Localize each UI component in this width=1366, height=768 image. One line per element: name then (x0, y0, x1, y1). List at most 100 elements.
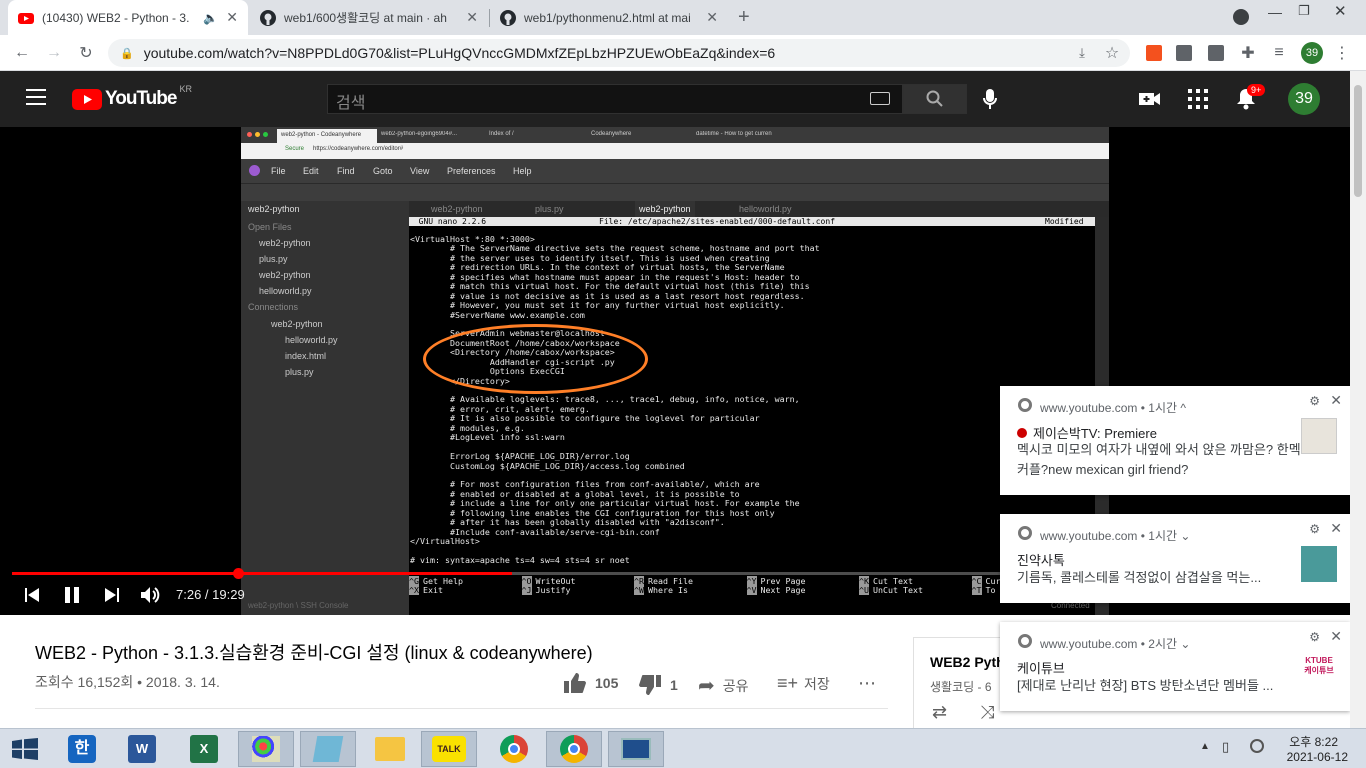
address-bar[interactable]: 🔒 youtube.com/watch?v=N8PPDLd0G70&list=P… (108, 39, 1130, 67)
shortcut-key: ^U (859, 585, 869, 596)
project-name: web2-python (248, 204, 300, 214)
save-button[interactable]: ≡+ 저장 (777, 673, 830, 694)
minimize-icon[interactable]: — (1268, 4, 1282, 20)
reload-icon[interactable]: ↻ (74, 41, 98, 65)
taskbar-kakaotalk[interactable]: TALK (421, 731, 477, 767)
editor-tab: web2-python (431, 204, 483, 214)
bookmark-star-icon[interactable]: ☆ (1100, 41, 1124, 65)
notes-icon (312, 736, 344, 762)
search-input[interactable]: 검색 (327, 84, 903, 114)
shuffle-icon[interactable]: ⤨ (980, 702, 994, 723)
clock-time[interactable]: 오후 8:22 (1282, 733, 1338, 750)
hamburger-menu-icon[interactable] (26, 89, 46, 105)
paint-palette-icon (252, 736, 280, 762)
progress-scrubber[interactable] (233, 568, 244, 579)
clock-date[interactable]: 2021-06-12 (1276, 750, 1348, 764)
extension-icon[interactable] (1146, 45, 1162, 61)
new-tab-icon[interactable]: + (738, 6, 750, 29)
tab-github-2[interactable]: web1/pythonmenu2.html at mai ✕ (490, 0, 728, 35)
ide-menu-item: File (271, 166, 286, 176)
extension-icon[interactable] (1208, 45, 1224, 61)
extension-icon[interactable] (1176, 45, 1192, 61)
loop-icon[interactable]: ⇄ (932, 702, 947, 723)
shortcut-key: ^W (634, 585, 644, 596)
like-button[interactable]: 105 (563, 672, 618, 694)
youtube-logo[interactable]: YouTube KR (72, 84, 192, 110)
tab-youtube[interactable]: (10430) WEB2 - Python - 3. 🔈 ✕ (8, 0, 248, 35)
restore-icon[interactable]: ❐ (1298, 3, 1310, 19)
shortcut-label: Where Is (648, 585, 688, 596)
ssh-terminal: <VirtualHost *:80 *:3000> # The ServerNa… (409, 217, 1095, 615)
notification-card[interactable]: www.youtube.com • 2시간 ⌄ ⚙ ✕ 케이튜브 [제대로 난리… (1000, 622, 1350, 711)
scrollbar-thumb[interactable] (1354, 85, 1362, 197)
taskbar-chrome-active[interactable] (546, 731, 602, 767)
code-line: </VirtualHost> (410, 536, 480, 546)
speaker-icon[interactable]: 🔈 (203, 11, 218, 25)
menu-dots-icon[interactable]: ⋮ (1330, 41, 1354, 65)
excel-icon: X (190, 735, 218, 763)
user-avatar[interactable]: 39 (1288, 83, 1320, 115)
notification-card[interactable]: www.youtube.com • 1시간 ⌄ ⚙ ✕ 진약사톡 기름독, 콜레… (1000, 514, 1350, 603)
tab-search-icon[interactable] (1233, 9, 1249, 25)
tray-expand-icon[interactable]: ▲ (1200, 741, 1210, 752)
dislike-button[interactable]: 1 (638, 674, 678, 696)
close-tab-icon[interactable]: ✕ (706, 9, 718, 26)
search-button[interactable] (903, 84, 967, 114)
expand-caret-icon[interactable]: ^ (1180, 401, 1186, 415)
taskbar-word[interactable]: W (114, 731, 170, 767)
next-icon[interactable] (104, 587, 120, 603)
ide-editor-tabs: web2-python plus.py web2-python hellowor… (409, 201, 1109, 217)
playlist-add-icon: ≡+ (777, 673, 799, 693)
share-button[interactable]: ➦ 공유 (698, 673, 749, 698)
start-button[interactable] (0, 731, 50, 767)
taskbar-hangul[interactable]: 한 (54, 731, 110, 767)
playlist-panel: WEB2 Pyth 생활코딩 - 6 ⇄ ⤨ (913, 637, 1005, 729)
taskbar-chrome[interactable] (486, 731, 542, 767)
volume-muted-icon[interactable] (1250, 739, 1264, 753)
close-icon[interactable]: ✕ (1330, 628, 1342, 645)
close-window-icon[interactable]: ✕ (1334, 2, 1347, 20)
apps-grid-icon[interactable] (1188, 89, 1208, 109)
tab-title: web1/pythonmenu2.html at mai (524, 10, 691, 25)
create-video-icon[interactable] (1139, 91, 1161, 107)
media-control-icon[interactable]: ≡ (1267, 41, 1291, 65)
settings-gear-icon[interactable]: ⚙ (1309, 522, 1320, 536)
close-tab-icon[interactable]: ✕ (226, 9, 238, 26)
previous-icon[interactable] (24, 587, 40, 603)
nano-shortcut: ^K Cut Text ^U UnCut Text (859, 576, 969, 596)
taskbar-paint[interactable] (238, 731, 294, 767)
page-scrollbar[interactable] (1350, 71, 1366, 728)
taskbar-excel[interactable]: X (176, 731, 232, 767)
microphone-icon[interactable] (982, 88, 998, 110)
expand-caret-icon[interactable]: ⌄ (1180, 529, 1190, 543)
close-icon[interactable]: ✕ (1330, 392, 1342, 409)
ide-tab: Codeanywhere (591, 131, 632, 137)
profile-avatar[interactable]: 39 (1301, 42, 1323, 64)
pause-icon[interactable] (63, 586, 81, 604)
more-actions-icon[interactable]: ⋯ (858, 673, 876, 694)
close-icon[interactable]: ✕ (1330, 520, 1342, 537)
taskbar-notes[interactable] (300, 731, 356, 767)
settings-gear-icon[interactable]: ⚙ (1309, 394, 1320, 408)
settings-gear-icon[interactable]: ⚙ (1309, 630, 1320, 644)
tab-github-1[interactable]: web1/600생활코딩 at main · ah ✕ (250, 0, 488, 35)
expand-caret-icon[interactable]: ⌄ (1180, 637, 1190, 651)
install-icon[interactable]: ⤓ (1070, 41, 1094, 65)
notification-card[interactable]: www.youtube.com • 1시간 ^ ⚙ ✕ 제이슨박TV: Prem… (1000, 386, 1350, 495)
taskbar-remote-desktop[interactable] (608, 731, 664, 767)
forward-icon[interactable]: → (42, 41, 66, 65)
puzzle-extensions-icon[interactable]: ✚ (1236, 41, 1260, 65)
editor-tab-active: web2-python (635, 201, 695, 217)
share-label: 공유 (722, 677, 749, 694)
notification-thumbnail (1301, 546, 1337, 582)
volume-icon[interactable] (140, 585, 162, 605)
taskbar-explorer[interactable] (362, 731, 418, 767)
network-icon[interactable]: ▯ (1222, 739, 1229, 755)
close-tab-icon[interactable]: ✕ (466, 9, 478, 26)
video-title: WEB2 - Python - 3.1.3.실습환경 준비-CGI 설정 (li… (35, 643, 593, 663)
save-label: 저장 (804, 675, 830, 692)
keyboard-icon[interactable] (870, 92, 890, 105)
shortcut-key: ^T (971, 585, 982, 596)
connection-file: index.html (285, 351, 327, 361)
back-icon[interactable]: ← (10, 41, 34, 65)
